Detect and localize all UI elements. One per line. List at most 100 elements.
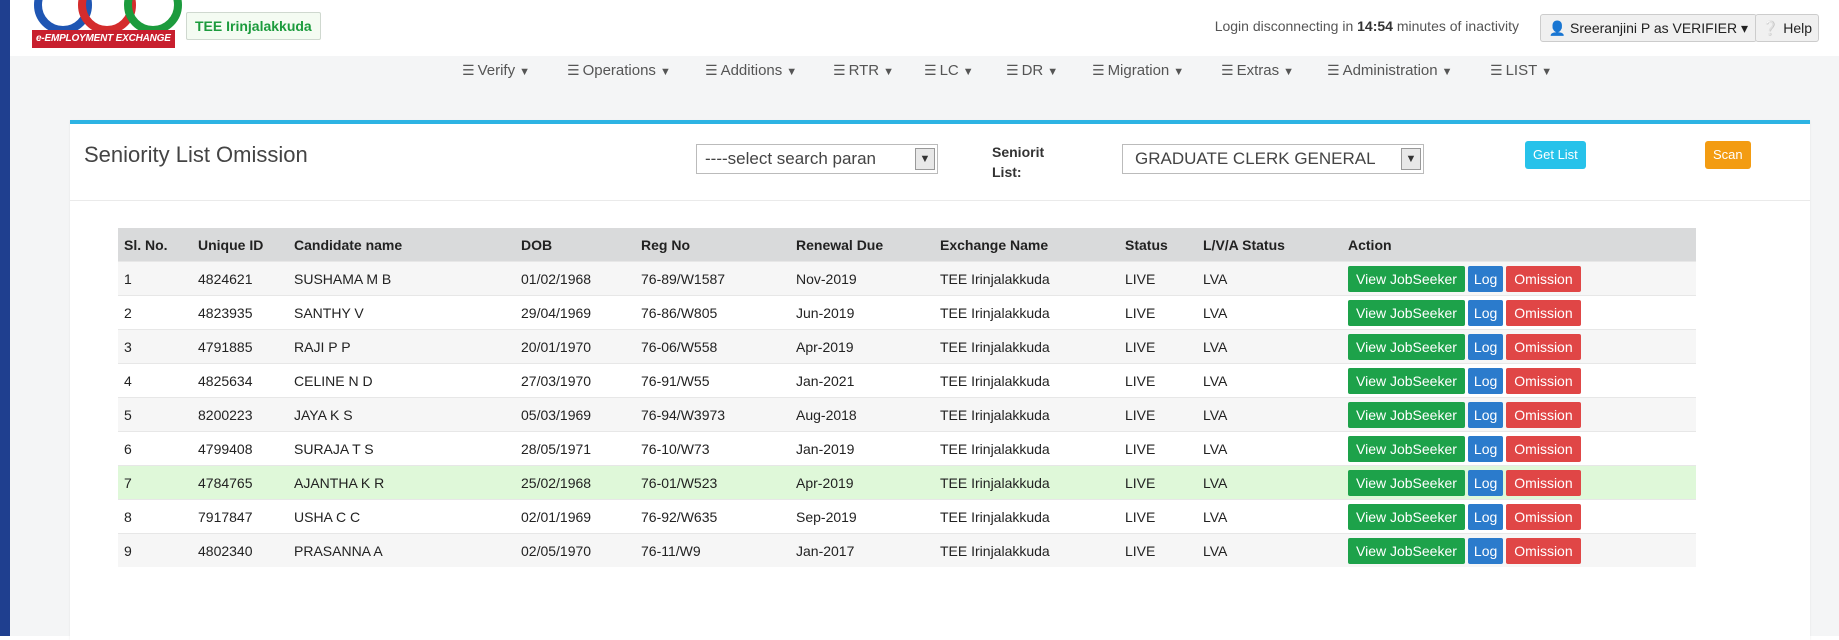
- cell-exchange-name: TEE Irinjalakkuda: [934, 465, 1119, 500]
- cell-dob: 20/01/1970: [515, 329, 635, 364]
- cell-lva-status: LVA: [1197, 295, 1342, 330]
- view-jobseeker-button[interactable]: View JobSeeker: [1348, 299, 1465, 326]
- search-param-select[interactable]: ----select search paran ▼: [696, 144, 938, 174]
- menu-label: DR: [1021, 62, 1044, 79]
- cell-reg-no: 76-10/W73: [635, 431, 790, 466]
- cell-unique-id: 8200223: [192, 397, 288, 432]
- table-row[interactable]: 7 4784765 AJANTHA K R 25/02/1968 76-01/W523 A…: [118, 465, 1696, 500]
- menu-verify[interactable]: ☰ Verify ▼: [462, 62, 530, 79]
- cell-sl-no: 6: [118, 431, 192, 466]
- table-row[interactable]: 3 4791885 RAJI P P 20/01/1970 76-06/W558 Apr-…: [118, 329, 1696, 364]
- cell-sl-no: 3: [118, 329, 192, 364]
- view-jobseeker-button[interactable]: View JobSeeker: [1348, 435, 1465, 462]
- omission-button[interactable]: Omission: [1506, 401, 1581, 428]
- table-row[interactable]: 5 8200223 JAYA K S 05/03/1969 76-94/W3973 Aug…: [118, 397, 1696, 432]
- log-button[interactable]: Log: [1467, 265, 1504, 292]
- table-row[interactable]: 2 4823935 SANTHY V 29/04/1969 76-86/W805 Jun-…: [118, 295, 1696, 330]
- menu-label: RTR: [848, 62, 880, 79]
- log-button[interactable]: Log: [1467, 401, 1504, 428]
- scan-button[interactable]: Scan: [1705, 141, 1751, 169]
- cell-lva-status: LVA: [1197, 397, 1342, 432]
- cell-candidate-name: USHA C C: [288, 499, 515, 534]
- office-name: TEE Irinjalakkuda: [186, 12, 321, 40]
- log-button[interactable]: Log: [1467, 367, 1504, 394]
- col-candidate-name: Candidate name: [288, 228, 515, 262]
- view-jobseeker-button[interactable]: View JobSeeker: [1348, 537, 1465, 564]
- cell-unique-id: 4791885: [192, 329, 288, 364]
- omission-button[interactable]: Omission: [1506, 333, 1581, 360]
- app-logo[interactable]: e-EMPLOYMENT EXCHANGE: [20, 0, 182, 52]
- log-button[interactable]: Log: [1467, 503, 1504, 530]
- log-button[interactable]: Log: [1467, 537, 1504, 564]
- list-icon: ☰: [1327, 62, 1340, 78]
- logo-ring-green: [124, 0, 182, 34]
- log-button[interactable]: Log: [1467, 435, 1504, 462]
- cell-sl-no: 7: [118, 465, 192, 500]
- cell-dob: 25/02/1968: [515, 465, 635, 500]
- main-menu: ☰ Verify ▼ ☰ Operations ▼ ☰ Additions ▼ ☰ RTR ▼ …: [10, 56, 1839, 89]
- select-arrow-icon: ▼: [915, 148, 935, 170]
- table-row[interactable]: 1 4824621 SUSHAMA M B 01/02/1968 76-89/W1587…: [118, 261, 1696, 296]
- table-row[interactable]: 9 4802340 PRASANNA A 02/05/1970 76-11/W9 Jan-…: [118, 533, 1696, 567]
- table-row[interactable]: 6 4799408 SURAJA T S 28/05/1971 76-10/W73 Jan…: [118, 431, 1696, 466]
- omission-button[interactable]: Omission: [1506, 367, 1581, 394]
- list-icon: ☰: [462, 62, 475, 78]
- cell-actions: View JobSeeker Log Omission: [1342, 329, 1696, 364]
- view-jobseeker-button[interactable]: View JobSeeker: [1348, 265, 1465, 292]
- log-button[interactable]: Log: [1467, 333, 1504, 360]
- omission-button[interactable]: Omission: [1506, 537, 1581, 564]
- list-icon: ☰: [1092, 62, 1105, 78]
- view-jobseeker-button[interactable]: View JobSeeker: [1348, 401, 1465, 428]
- view-jobseeker-button[interactable]: View JobSeeker: [1348, 503, 1465, 530]
- help-button[interactable]: ❔ Help: [1754, 14, 1819, 42]
- menu-operations[interactable]: ☰ Operations ▼: [567, 62, 671, 79]
- table-row[interactable]: 4 4825634 CELINE N D 27/03/1970 76-91/W55 Jan…: [118, 363, 1696, 398]
- cell-sl-no: 4: [118, 363, 192, 398]
- list-icon: ☰: [567, 62, 580, 78]
- cell-exchange-name: TEE Irinjalakkuda: [934, 533, 1119, 567]
- menu-migration[interactable]: ☰ Migration ▼: [1092, 62, 1184, 79]
- cell-lva-status: LVA: [1197, 329, 1342, 364]
- menu-rtr[interactable]: ☰ RTR ▼: [833, 62, 894, 79]
- log-button[interactable]: Log: [1467, 299, 1504, 326]
- cell-reg-no: 76-91/W55: [635, 363, 790, 398]
- menu-list[interactable]: ☰ LIST ▼: [1490, 62, 1552, 79]
- seniority-list-select[interactable]: GRADUATE CLERK GENERAL ▼: [1122, 144, 1424, 174]
- list-icon: ☰: [833, 62, 846, 78]
- cell-exchange-name: TEE Irinjalakkuda: [934, 363, 1119, 398]
- menu-additions[interactable]: ☰ Additions ▼: [705, 62, 797, 79]
- cell-reg-no: 76-11/W9: [635, 533, 790, 567]
- omission-button[interactable]: Omission: [1506, 299, 1581, 326]
- view-jobseeker-button[interactable]: View JobSeeker: [1348, 367, 1465, 394]
- cell-status: LIVE: [1119, 431, 1197, 466]
- get-list-button[interactable]: Get List: [1525, 141, 1586, 169]
- cell-status: LIVE: [1119, 329, 1197, 364]
- menu-administration[interactable]: ☰ Administration ▼: [1327, 62, 1453, 79]
- cell-status: LIVE: [1119, 295, 1197, 330]
- table-row[interactable]: 8 7917847 USHA C C 02/01/1969 76-92/W635 Sep-…: [118, 499, 1696, 534]
- user-menu-button[interactable]: 👤 Sreeranjini P as VERIFIER ▾: [1539, 14, 1757, 42]
- top-header: e-EMPLOYMENT EXCHANGE TEE Irinjalakkuda …: [10, 0, 1839, 56]
- menu-extras[interactable]: ☰ Extras ▼: [1221, 62, 1294, 79]
- log-button[interactable]: Log: [1467, 469, 1504, 496]
- cell-actions: View JobSeeker Log Omission: [1342, 465, 1696, 500]
- list-icon: ☰: [1490, 62, 1503, 78]
- cell-exchange-name: TEE Irinjalakkuda: [934, 499, 1119, 534]
- omission-button[interactable]: Omission: [1506, 469, 1581, 496]
- cell-dob: 27/03/1970: [515, 363, 635, 398]
- view-jobseeker-button[interactable]: View JobSeeker: [1348, 333, 1465, 360]
- cell-renewal-due: Jan-2017: [790, 533, 934, 567]
- cell-unique-id: 4823935: [192, 295, 288, 330]
- select-arrow-icon: ▼: [1401, 148, 1421, 170]
- omission-button[interactable]: Omission: [1506, 435, 1581, 462]
- menu-dr[interactable]: ☰ DR ▼: [1006, 62, 1058, 79]
- help-icon: ❔: [1761, 20, 1780, 36]
- cell-exchange-name: TEE Irinjalakkuda: [934, 397, 1119, 432]
- view-jobseeker-button[interactable]: View JobSeeker: [1348, 469, 1465, 496]
- panel-header: Seniority List Omission ----select searc…: [70, 124, 1810, 201]
- cell-renewal-due: Apr-2019: [790, 465, 934, 500]
- menu-lc[interactable]: ☰ LC ▼: [924, 62, 974, 79]
- cell-actions: View JobSeeker Log Omission: [1342, 295, 1696, 330]
- omission-button[interactable]: Omission: [1506, 503, 1581, 530]
- omission-button[interactable]: Omission: [1506, 265, 1581, 292]
